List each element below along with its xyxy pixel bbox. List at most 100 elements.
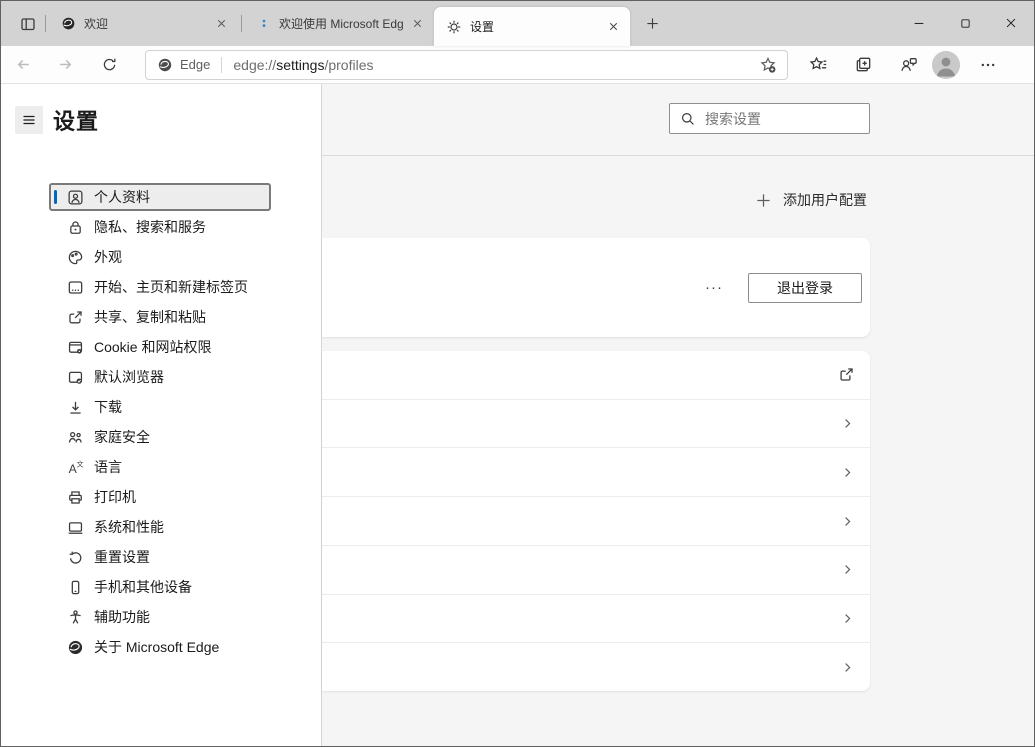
sidebar-item-reset-settings[interactable]: 重置设置 [49,543,271,571]
sidebar-item-phone-devices[interactable]: 手机和其他设备 [49,573,271,601]
sign-out-button[interactable]: 退出登录 [748,272,862,303]
sidebar-item-about-edge[interactable]: 关于 Microsoft Edge [49,633,271,661]
sidebar-item-label: 重置设置 [94,549,150,565]
list-item[interactable] [322,546,870,595]
profile-card: ··· 退出登录 [322,238,870,337]
sidebar-item-family-safety[interactable]: 家庭安全 [49,423,271,451]
settings-sidebar: 设置 个人资料 隐私、搜索和服务 外观 开始、主页和新建标签页 共享、复制和粘贴… [1,84,322,746]
chevron-right-icon [840,465,855,480]
back-button[interactable] [9,51,37,79]
settings-content: 添加用户配置 ··· 退出登录 [322,84,1034,746]
sidebar-item-label: 语言 [94,459,122,475]
sidebar-item-label: 默认浏览器 [94,369,164,385]
sidebar-item-printers[interactable]: 打印机 [49,483,271,511]
add-favorite-button[interactable] [755,52,781,78]
forward-button[interactable] [51,51,79,79]
new-tab-button[interactable] [638,10,666,38]
tab-settings[interactable]: 设置 [434,7,630,46]
forward-icon [57,56,74,73]
hamburger-icon [21,112,37,128]
tab-close-button[interactable] [408,15,426,33]
url-separator [221,56,223,73]
tab-actions-button[interactable] [14,10,42,38]
edge-logo-icon [67,639,84,656]
sidebar-item-profiles[interactable]: 个人资料 [49,183,271,211]
tab-title: 设置 [470,20,495,34]
plus-icon [755,192,772,209]
profile-more-button[interactable]: ··· [701,275,727,300]
search-icon [680,111,696,127]
favorites-icon [809,55,828,74]
svg-text:文: 文 [77,459,84,468]
tab-welcome-edge[interactable]: 欢迎使用 Microsoft Edg [245,1,434,46]
browser-window: 欢迎 欢迎使用 Microsoft Edg 设置 Edge edge://set… [0,0,1035,747]
list-item[interactable] [322,643,870,691]
list-item[interactable] [322,448,870,498]
sidebar-header: 设置 [1,104,321,136]
sidebar-item-default-browser[interactable]: 默认浏览器 [49,363,271,391]
sidebar-item-label: 共享、复制和粘贴 [94,309,206,325]
maximize-button[interactable] [942,1,988,45]
sidebar-item-accessibility[interactable]: 辅助功能 [49,603,271,631]
address-bar[interactable]: Edge edge://settings/profiles [145,49,788,80]
maximize-icon [959,17,972,30]
profile-settings-list [322,351,870,691]
sidebar-item-label: 下载 [94,399,122,415]
sidebar-item-label: 系统和性能 [94,519,164,535]
site-badge-label: Edge [180,57,211,72]
collections-button[interactable] [848,50,878,80]
sidebar-item-privacy[interactable]: 隐私、搜索和服务 [49,213,271,241]
plus-icon [645,16,660,31]
default-browser-icon [67,369,84,386]
tab-separator [241,15,242,32]
settings-more-button[interactable] [973,50,1003,80]
profile-card-icon [67,189,84,206]
sidebar-item-share-copy-paste[interactable]: 共享、复制和粘贴 [49,303,271,331]
chevron-right-icon [840,416,855,431]
cookie-icon [67,339,84,356]
home-tabs-icon [67,279,84,296]
tab-bar: 欢迎 欢迎使用 Microsoft Edg 设置 [1,1,1034,46]
page-title: 设置 [53,109,100,134]
list-item-external[interactable] [322,351,870,400]
tab-welcome[interactable]: 欢迎 [49,1,238,46]
list-item[interactable] [322,497,870,546]
minimize-button[interactable] [896,1,942,45]
family-icon [67,429,84,446]
close-window-button[interactable] [988,1,1034,45]
download-icon [67,399,84,416]
sidebar-item-start-home[interactable]: 开始、主页和新建标签页 [49,273,271,301]
sidebar-item-downloads[interactable]: 下载 [49,393,271,421]
sidebar-item-cookies-permissions[interactable]: Cookie 和网站权限 [49,333,271,361]
add-profile-label: 添加用户配置 [783,192,867,208]
sidebar-item-system-performance[interactable]: 系统和性能 [49,513,271,541]
search-input[interactable] [705,110,861,127]
list-item[interactable] [322,400,870,449]
favorites-button[interactable] [803,50,833,80]
tab-close-button[interactable] [212,15,230,33]
system-icon [67,519,84,536]
refresh-button[interactable] [95,51,123,79]
sidebar-item-label: Cookie 和网站权限 [94,339,212,355]
tab-title: 欢迎使用 Microsoft Edg [279,17,404,31]
chevron-right-icon [840,514,855,529]
settings-search-box[interactable] [669,103,870,134]
close-icon [1004,16,1018,30]
collections-icon [854,55,873,74]
menu-toggle-button[interactable] [15,106,43,134]
sidebar-item-appearance[interactable]: 外观 [49,243,271,271]
sidebar-item-label: 关于 Microsoft Edge [94,639,220,655]
list-item[interactable] [322,595,870,644]
tab-separator [45,15,46,32]
feedback-button[interactable] [893,50,923,80]
url-text: edge://settings/profiles [233,56,374,73]
tab-loading-icon [257,17,271,31]
tab-close-button[interactable] [604,18,622,36]
add-profile-button[interactable]: 添加用户配置 [755,190,867,210]
window-controls [896,1,1034,45]
sidebar-item-label: 外观 [94,249,122,265]
sidebar-item-languages[interactable]: A文 语言 [49,453,271,481]
gear-icon [446,19,462,35]
profile-avatar[interactable] [932,50,960,79]
lock-icon [67,219,84,236]
